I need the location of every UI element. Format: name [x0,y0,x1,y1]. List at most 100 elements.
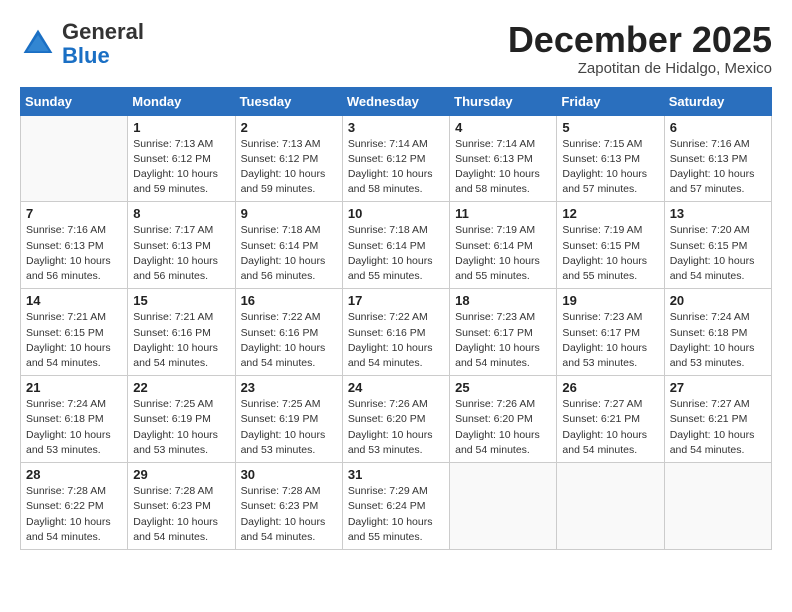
week-row-4: 21Sunrise: 7:24 AM Sunset: 6:18 PM Dayli… [21,376,772,463]
day-cell: 18 Sunrise: 7:23 AM Sunset: 6:17 PM Dayli… [450,289,557,376]
day-cell: 19 Sunrise: 7:23 AM Sunset: 6:17 PM Dayli… [557,289,664,376]
day-cell: 28 Sunrise: 7:28 AM Sunset: 6:22 PM Dayli… [21,463,128,550]
logo-general: General [62,19,144,44]
day-info: Sunrise: 7:21 AM Sunset: 6:16 PM Dayligh… [133,310,229,371]
column-header-friday: Friday [557,87,664,115]
day-info: Sunrise: 7:23 AM Sunset: 6:17 PM Dayligh… [562,310,658,371]
day-cell: 1 Sunrise: 7:13 AM Sunset: 6:12 PM Daylig… [128,115,235,202]
day-number: 28 [26,467,122,482]
day-info: Sunrise: 7:22 AM Sunset: 6:16 PM Dayligh… [348,310,444,371]
day-number: 17 [348,293,444,308]
day-cell: 16 Sunrise: 7:22 AM Sunset: 6:16 PM Dayli… [235,289,342,376]
day-cell: 9 Sunrise: 7:18 AM Sunset: 6:14 PM Daylig… [235,202,342,289]
day-number: 1 [133,120,229,135]
day-cell: 10 Sunrise: 7:18 AM Sunset: 6:14 PM Dayli… [342,202,449,289]
day-number: 11 [455,206,551,221]
day-cell: 8 Sunrise: 7:17 AM Sunset: 6:13 PM Daylig… [128,202,235,289]
day-info: Sunrise: 7:17 AM Sunset: 6:13 PM Dayligh… [133,223,229,284]
week-row-1: 1 Sunrise: 7:13 AM Sunset: 6:12 PM Daylig… [21,115,772,202]
day-number: 30 [241,467,337,482]
day-number: 27 [670,380,766,395]
day-cell: 27Sunrise: 7:27 AM Sunset: 6:21 PM Dayli… [664,376,771,463]
month-title: December 2025 [508,20,772,60]
day-number: 26 [562,380,658,395]
day-number: 10 [348,206,444,221]
column-header-thursday: Thursday [450,87,557,115]
day-cell: 24 Sunrise: 7:26 AM Sunset: 6:20 PM Dayli… [342,376,449,463]
day-number: 16 [241,293,337,308]
day-info: Sunrise: 7:24 AM Sunset: 6:18 PM Dayligh… [26,397,122,458]
day-info: Sunrise: 7:25 AM Sunset: 6:19 PM Dayligh… [241,397,337,458]
header-row: SundayMondayTuesdayWednesdayThursdayFrid… [21,87,772,115]
day-cell: 6 Sunrise: 7:16 AM Sunset: 6:13 PM Daylig… [664,115,771,202]
day-info: Sunrise: 7:28 AM Sunset: 6:23 PM Dayligh… [241,484,337,545]
column-header-wednesday: Wednesday [342,87,449,115]
title-section: December 2025 Zapotitan de Hidalgo, Mexi… [508,20,772,77]
calendar: SundayMondayTuesdayWednesdayThursdayFrid… [20,87,772,550]
day-info: Sunrise: 7:13 AM Sunset: 6:12 PM Dayligh… [133,137,229,198]
day-info: Sunrise: 7:16 AM Sunset: 6:13 PM Dayligh… [670,137,766,198]
day-number: 9 [241,206,337,221]
day-info: Sunrise: 7:16 AM Sunset: 6:13 PM Dayligh… [26,223,122,284]
day-info: Sunrise: 7:23 AM Sunset: 6:17 PM Dayligh… [455,310,551,371]
day-info: Sunrise: 7:25 AM Sunset: 6:19 PM Dayligh… [133,397,229,458]
day-cell [21,115,128,202]
day-number: 24 [348,380,444,395]
column-header-saturday: Saturday [664,87,771,115]
day-number: 5 [562,120,658,135]
day-info: Sunrise: 7:18 AM Sunset: 6:14 PM Dayligh… [348,223,444,284]
calendar-header: SundayMondayTuesdayWednesdayThursdayFrid… [21,87,772,115]
logo-icon [20,26,56,62]
location: Zapotitan de Hidalgo, Mexico [508,60,772,77]
day-info: Sunrise: 7:27 AM Sunset: 6:21 PM Dayligh… [562,397,658,458]
day-info: Sunrise: 7:18 AM Sunset: 6:14 PM Dayligh… [241,223,337,284]
day-number: 12 [562,206,658,221]
day-number: 2 [241,120,337,135]
day-info: Sunrise: 7:13 AM Sunset: 6:12 PM Dayligh… [241,137,337,198]
header: General Blue December 2025 Zapotitan de … [20,20,772,77]
day-cell: 23 Sunrise: 7:25 AM Sunset: 6:19 PM Dayli… [235,376,342,463]
day-number: 15 [133,293,229,308]
day-cell: 12Sunrise: 7:19 AM Sunset: 6:15 PM Dayli… [557,202,664,289]
day-number: 8 [133,206,229,221]
day-cell: 11Sunrise: 7:19 AM Sunset: 6:14 PM Dayli… [450,202,557,289]
column-header-monday: Monday [128,87,235,115]
day-cell: 26 Sunrise: 7:27 AM Sunset: 6:21 PM Dayli… [557,376,664,463]
day-cell [450,463,557,550]
day-info: Sunrise: 7:14 AM Sunset: 6:13 PM Dayligh… [455,137,551,198]
day-info: Sunrise: 7:28 AM Sunset: 6:23 PM Dayligh… [133,484,229,545]
day-cell: 17 Sunrise: 7:22 AM Sunset: 6:16 PM Dayli… [342,289,449,376]
day-number: 14 [26,293,122,308]
day-number: 29 [133,467,229,482]
day-info: Sunrise: 7:14 AM Sunset: 6:12 PM Dayligh… [348,137,444,198]
day-cell: 30 Sunrise: 7:28 AM Sunset: 6:23 PM Dayli… [235,463,342,550]
day-cell [557,463,664,550]
day-number: 3 [348,120,444,135]
day-cell: 4Sunrise: 7:14 AM Sunset: 6:13 PM Daylig… [450,115,557,202]
column-header-tuesday: Tuesday [235,87,342,115]
day-number: 31 [348,467,444,482]
day-number: 22 [133,380,229,395]
day-number: 18 [455,293,551,308]
day-cell: 3 Sunrise: 7:14 AM Sunset: 6:12 PM Daylig… [342,115,449,202]
day-number: 19 [562,293,658,308]
day-info: Sunrise: 7:28 AM Sunset: 6:22 PM Dayligh… [26,484,122,545]
day-info: Sunrise: 7:29 AM Sunset: 6:24 PM Dayligh… [348,484,444,545]
day-info: Sunrise: 7:22 AM Sunset: 6:16 PM Dayligh… [241,310,337,371]
day-cell: 14Sunrise: 7:21 AM Sunset: 6:15 PM Dayli… [21,289,128,376]
day-number: 7 [26,206,122,221]
day-cell: 2 Sunrise: 7:13 AM Sunset: 6:12 PM Daylig… [235,115,342,202]
day-info: Sunrise: 7:26 AM Sunset: 6:20 PM Dayligh… [455,397,551,458]
week-row-3: 14Sunrise: 7:21 AM Sunset: 6:15 PM Dayli… [21,289,772,376]
day-number: 6 [670,120,766,135]
day-cell: 15 Sunrise: 7:21 AM Sunset: 6:16 PM Dayli… [128,289,235,376]
day-cell: 22 Sunrise: 7:25 AM Sunset: 6:19 PM Dayli… [128,376,235,463]
day-cell [664,463,771,550]
day-number: 23 [241,380,337,395]
day-number: 25 [455,380,551,395]
day-info: Sunrise: 7:20 AM Sunset: 6:15 PM Dayligh… [670,223,766,284]
day-info: Sunrise: 7:26 AM Sunset: 6:20 PM Dayligh… [348,397,444,458]
week-row-5: 28 Sunrise: 7:28 AM Sunset: 6:22 PM Dayli… [21,463,772,550]
day-cell: 25 Sunrise: 7:26 AM Sunset: 6:20 PM Dayli… [450,376,557,463]
day-info: Sunrise: 7:24 AM Sunset: 6:18 PM Dayligh… [670,310,766,371]
